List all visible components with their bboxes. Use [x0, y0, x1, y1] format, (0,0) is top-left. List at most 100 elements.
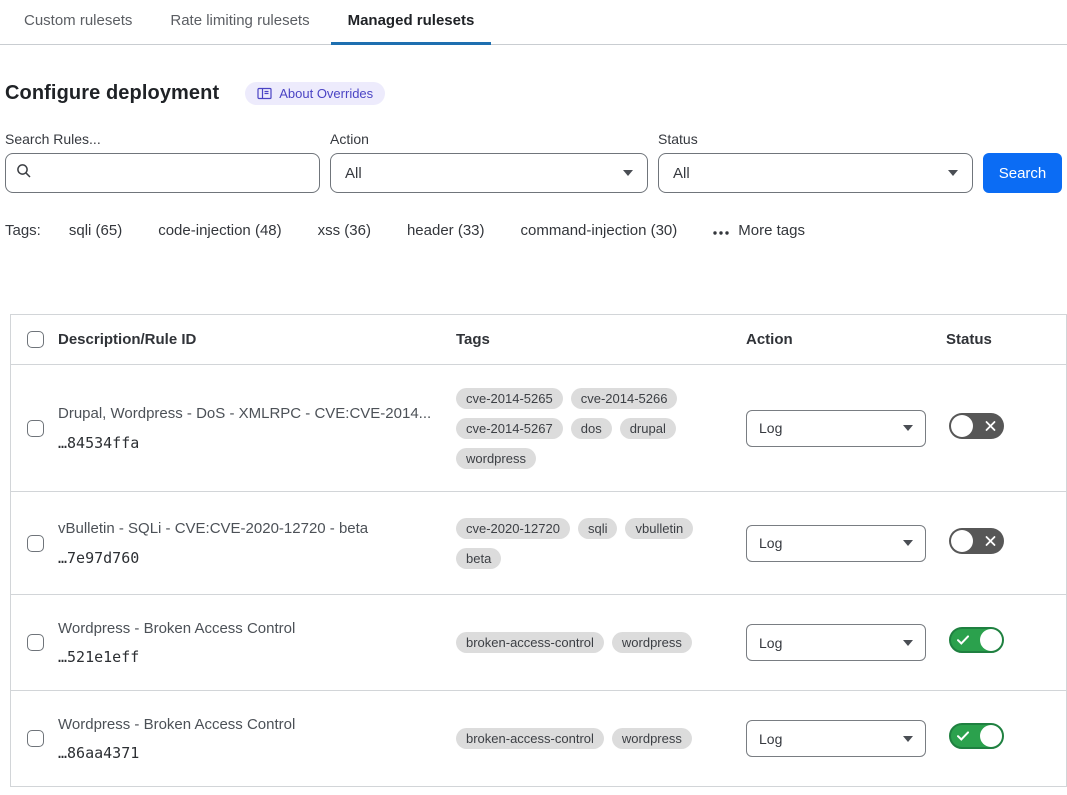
column-header-status: Status — [946, 331, 1066, 348]
x-icon — [985, 420, 996, 431]
rule-tags: cve-2020-12720 sqli vbulletin beta — [456, 518, 746, 569]
tag-pill: dos — [571, 418, 612, 439]
search-icon — [16, 163, 32, 184]
table-row: vBulletin - SQLi - CVE:CVE-2020-12720 - … — [11, 492, 1066, 595]
search-rules-input[interactable] — [40, 165, 309, 181]
rules-table: Description/Rule ID Tags Action Status D… — [10, 314, 1067, 787]
page-title: Configure deployment — [5, 82, 219, 105]
chevron-down-icon — [903, 540, 913, 546]
search-button[interactable]: Search — [983, 153, 1062, 193]
rule-action-select[interactable]: Log — [746, 410, 926, 447]
action-filter-select[interactable]: All — [330, 153, 648, 193]
search-label: Search Rules... — [5, 131, 320, 147]
row-checkbox[interactable] — [27, 634, 44, 651]
table-row: Wordpress - Broken Access Control …521e1… — [11, 595, 1066, 691]
tag-filter-command-injection[interactable]: command-injection (30) — [521, 222, 678, 239]
tab-rate-limiting-rulesets[interactable]: Rate limiting rulesets — [153, 0, 326, 45]
table-header-row: Description/Rule ID Tags Action Status — [11, 315, 1066, 365]
tag-pill: cve-2014-5267 — [456, 418, 563, 439]
rule-action-value: Log — [759, 731, 782, 747]
row-checkbox[interactable] — [27, 420, 44, 437]
rule-tags: cve-2014-5265 cve-2014-5266 cve-2014-526… — [456, 388, 746, 469]
toggle-knob — [980, 725, 1002, 747]
rule-action-value: Log — [759, 635, 782, 651]
column-header-action: Action — [746, 331, 946, 348]
search-input-wrap — [5, 153, 320, 193]
rule-title: Wordpress - Broken Access Control — [58, 619, 440, 639]
tab-custom-rulesets[interactable]: Custom rulesets — [7, 0, 149, 45]
tag-filter-xss[interactable]: xss (36) — [318, 222, 371, 239]
chevron-down-icon — [948, 170, 958, 176]
table-row: Wordpress - Broken Access Control …86aa4… — [11, 691, 1066, 787]
tag-pill: cve-2014-5266 — [571, 388, 678, 409]
tag-pill: sqli — [578, 518, 618, 539]
about-overrides-label: About Overrides — [279, 86, 373, 101]
about-overrides-link[interactable]: About Overrides — [245, 82, 385, 105]
rule-id: …7e97d760 — [58, 549, 440, 567]
toggle-knob — [951, 530, 973, 552]
tags-bar: Tags: sqli (65) code-injection (48) xss … — [5, 222, 1062, 239]
tag-filter-sqli[interactable]: sqli (65) — [69, 222, 122, 239]
status-filter-group: Status All — [658, 131, 973, 193]
chevron-down-icon — [623, 170, 633, 176]
search-field-group: Search Rules... — [5, 131, 320, 193]
more-tags-label: More tags — [738, 222, 805, 239]
x-icon — [985, 535, 996, 546]
rule-id: …86aa4371 — [58, 744, 440, 762]
tag-pill: wordpress — [456, 448, 536, 469]
row-checkbox[interactable] — [27, 535, 44, 552]
rule-action-select[interactable]: Log — [746, 624, 926, 661]
select-all-checkbox[interactable] — [27, 331, 44, 348]
status-filter-label: Status — [658, 131, 973, 147]
rule-action-select[interactable]: Log — [746, 525, 926, 562]
toggle-knob — [951, 415, 973, 437]
status-filter-value: All — [673, 165, 690, 182]
tab-managed-rulesets[interactable]: Managed rulesets — [331, 0, 492, 45]
row-checkbox[interactable] — [27, 730, 44, 747]
column-header-tags: Tags — [456, 331, 746, 348]
table-row: Drupal, Wordpress - DoS - XMLRPC - CVE:C… — [11, 365, 1066, 492]
rule-id: …84534ffa — [58, 434, 440, 452]
heading-row: Configure deployment About Overrides — [5, 82, 1062, 105]
rule-tags: broken-access-control wordpress — [456, 728, 746, 749]
tag-pill: broken-access-control — [456, 728, 604, 749]
action-filter-label: Action — [330, 131, 648, 147]
rule-action-select[interactable]: Log — [746, 720, 926, 757]
rule-status-toggle[interactable] — [949, 627, 1004, 653]
tag-pill: cve-2020-12720 — [456, 518, 570, 539]
ellipsis-icon — [713, 222, 729, 239]
chevron-down-icon — [903, 425, 913, 431]
tag-pill: beta — [456, 548, 501, 569]
action-filter-value: All — [345, 165, 362, 182]
chevron-down-icon — [903, 736, 913, 742]
tag-pill: broken-access-control — [456, 632, 604, 653]
ruleset-tabbar: Custom rulesets Rate limiting rulesets M… — [0, 0, 1067, 45]
column-header-description: Description/Rule ID — [58, 331, 456, 348]
rule-tags: broken-access-control wordpress — [456, 632, 746, 653]
managed-rulesets-page: Custom rulesets Rate limiting rulesets M… — [0, 0, 1067, 795]
tag-pill: wordpress — [612, 632, 692, 653]
action-filter-group: Action All — [330, 131, 648, 193]
tags-bar-label: Tags: — [5, 222, 41, 239]
filter-bar: Search Rules... Action All — [5, 131, 1062, 193]
check-icon — [957, 731, 969, 741]
book-icon — [257, 87, 272, 100]
rule-title: Drupal, Wordpress - DoS - XMLRPC - CVE:C… — [58, 404, 440, 424]
status-filter-select[interactable]: All — [658, 153, 973, 193]
rule-action-value: Log — [759, 535, 782, 551]
toggle-knob — [980, 629, 1002, 651]
rule-id: …521e1eff — [58, 648, 440, 666]
tag-pill: wordpress — [612, 728, 692, 749]
tag-pill: cve-2014-5265 — [456, 388, 563, 409]
tag-filter-header[interactable]: header (33) — [407, 222, 485, 239]
rule-status-toggle[interactable] — [949, 413, 1004, 439]
tag-pill: vbulletin — [625, 518, 693, 539]
rule-status-toggle[interactable] — [949, 723, 1004, 749]
tag-pill: drupal — [620, 418, 676, 439]
tag-filter-code-injection[interactable]: code-injection (48) — [158, 222, 281, 239]
check-icon — [957, 635, 969, 645]
rule-title: Wordpress - Broken Access Control — [58, 715, 440, 735]
rule-status-toggle[interactable] — [949, 528, 1004, 554]
rule-action-value: Log — [759, 420, 782, 436]
more-tags-button[interactable]: More tags — [713, 222, 805, 239]
